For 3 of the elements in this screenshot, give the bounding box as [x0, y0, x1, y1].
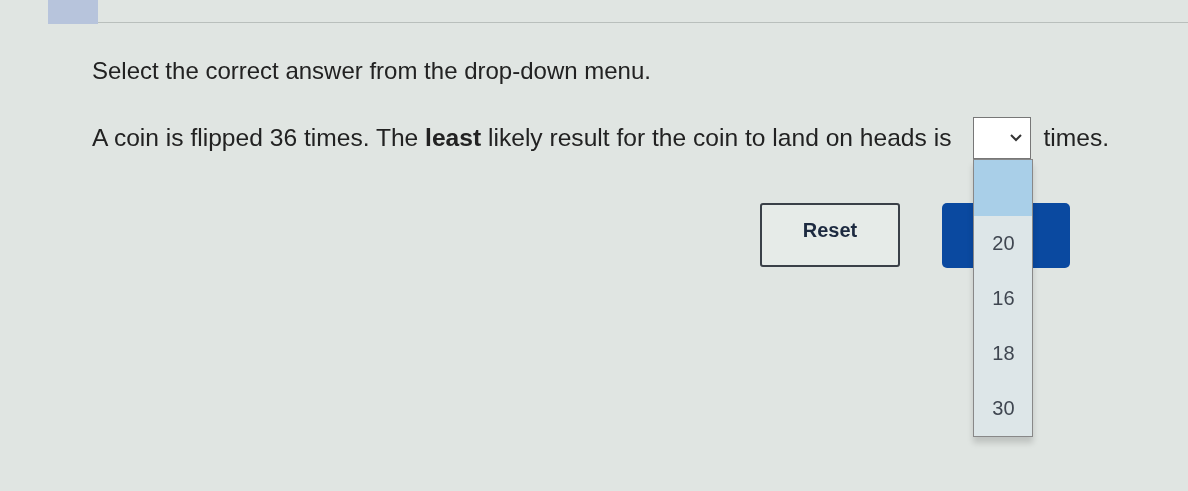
- question-text: A coin is flipped 36 times. The least likely result for the coin to land on heads is: [92, 124, 952, 152]
- instruction-text: Select the correct answer from the drop-down menu.: [92, 57, 652, 85]
- question-text: times.: [1043, 124, 1110, 152]
